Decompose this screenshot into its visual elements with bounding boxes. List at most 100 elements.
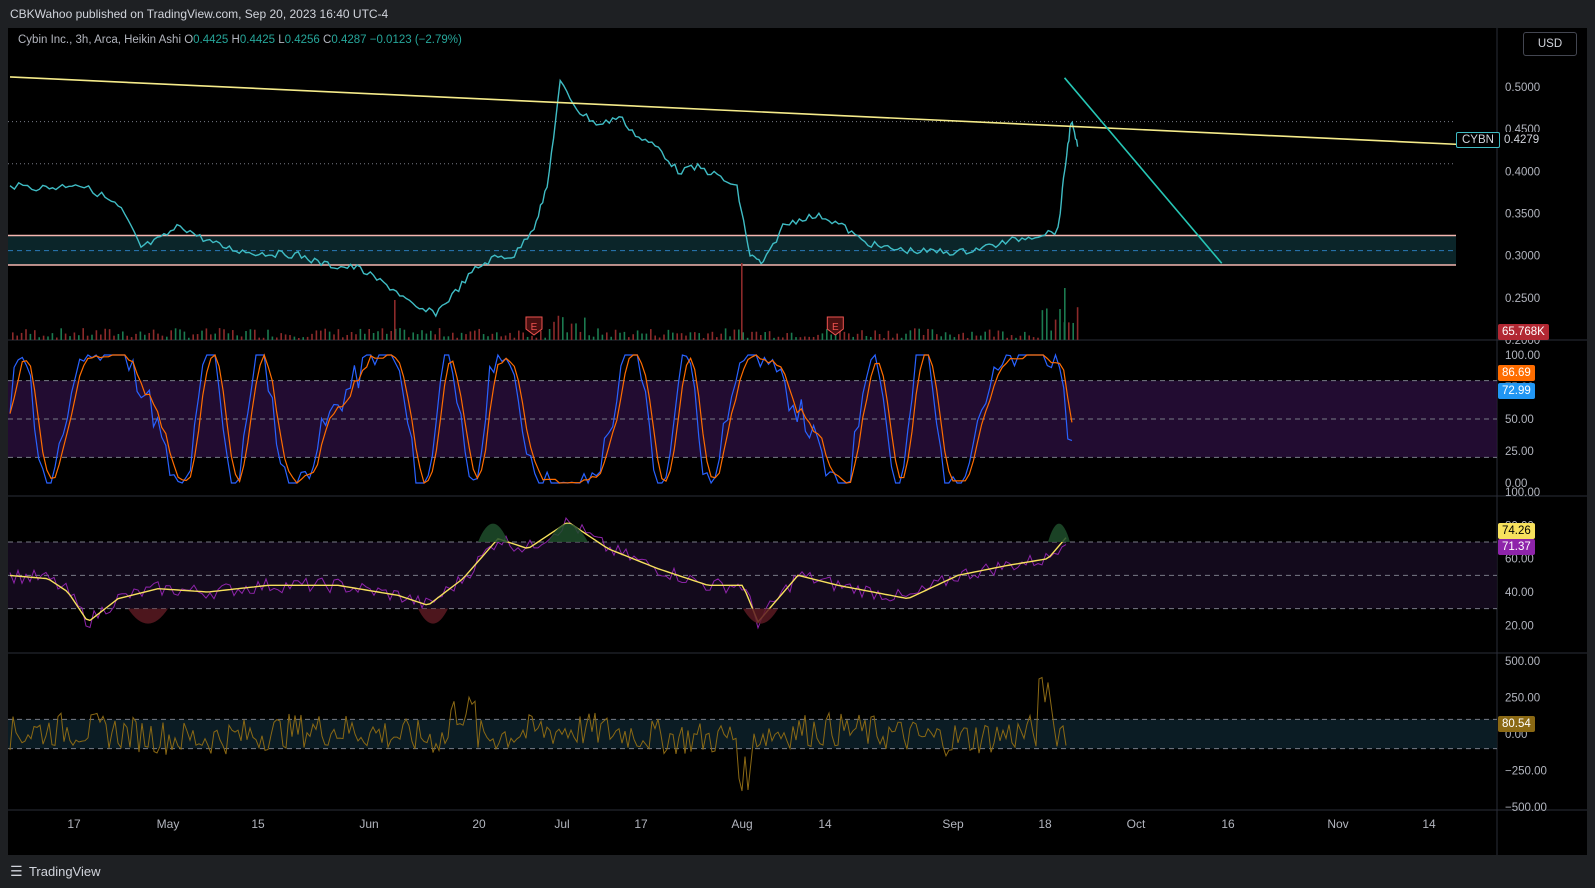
volume-bar	[284, 334, 287, 340]
volume-bar	[130, 337, 133, 340]
volume-bar	[689, 332, 692, 340]
volume-bar	[522, 332, 524, 340]
volume-bar	[852, 336, 854, 340]
time-axis-label: 17	[67, 817, 81, 831]
price-tick-label: 0.2500	[1505, 293, 1540, 305]
volume-bar	[412, 332, 414, 340]
volume-bar	[161, 335, 164, 340]
chart-canvas[interactable]: E E0.50000.45000.40000.35000.30000.25000.…	[8, 28, 1587, 855]
volume-bar	[808, 336, 810, 340]
volume-bar	[606, 332, 608, 340]
volume-bar	[223, 329, 225, 340]
volume-bar	[482, 334, 485, 340]
volume-bar	[883, 337, 885, 340]
chart-frame[interactable]: E E 0.5000 0.4500 0.4000 0.3500 0.3000 0.2500 0.…	[8, 28, 1587, 855]
volume-bar	[20, 332, 23, 340]
volume-bar	[474, 330, 476, 340]
volume-bar	[795, 337, 797, 340]
volume-bar	[826, 329, 828, 340]
volume-bar	[170, 330, 172, 340]
stoch-tick-label: 50.00	[1505, 414, 1534, 426]
volume-bar	[856, 333, 859, 340]
earnings-marker-text: E	[531, 322, 538, 333]
volume-bar	[1046, 308, 1048, 340]
volume-bar	[258, 337, 260, 340]
volume-bar	[86, 335, 89, 340]
volume-bar	[434, 334, 436, 340]
volume-bar	[557, 315, 560, 340]
volume-bar	[1019, 335, 1022, 340]
volume-bar	[47, 336, 49, 340]
volume-bar	[201, 330, 203, 340]
volume-bar	[500, 336, 502, 340]
volume-bar	[1002, 331, 1004, 340]
volume-bar	[144, 334, 146, 340]
price-tick-label: 0.3500	[1505, 209, 1540, 221]
volume-bar	[971, 331, 973, 340]
volume-bar	[205, 328, 208, 340]
volume-bar	[610, 336, 612, 340]
volume-bar	[790, 332, 793, 340]
volume-bar	[962, 332, 964, 340]
stoch-tick-label: 25.00	[1505, 446, 1534, 458]
volume-bar	[210, 334, 212, 340]
volume-bar	[751, 331, 753, 340]
volume-bar	[702, 337, 705, 340]
volume-bar	[1054, 319, 1057, 340]
volume-bar	[597, 328, 599, 340]
currency-button[interactable]: USD	[1523, 32, 1577, 56]
time-axis-label: Jul	[554, 817, 569, 831]
time-axis-label: 14	[1422, 817, 1436, 831]
volume-bar	[786, 333, 788, 340]
current-price-label: 0.4279	[1500, 132, 1544, 148]
volume-bar	[861, 330, 863, 340]
volume-bar	[372, 333, 375, 340]
volume-bar	[614, 329, 617, 340]
price-series-line	[9, 78, 1079, 318]
volume-bar	[73, 332, 76, 340]
volume-bar	[724, 328, 727, 340]
time-axis-label: May	[157, 817, 180, 831]
volume-bar	[716, 337, 718, 340]
volume-bar	[729, 336, 731, 340]
volume-bar	[509, 332, 511, 340]
volume-bar	[518, 330, 520, 340]
rsi-tick-label: 20.00	[1505, 620, 1534, 632]
volume-bar	[227, 333, 230, 340]
volume-bar	[381, 328, 384, 340]
volume-bar	[1010, 335, 1013, 340]
symbol-ticker: CYBN	[1462, 134, 1494, 146]
volume-bar	[78, 335, 80, 340]
volume-bar	[900, 337, 903, 340]
volume-bar	[707, 333, 709, 340]
price-tick-label: 0.4000	[1505, 166, 1540, 178]
tradingview-logo-icon: ☰	[10, 863, 23, 879]
volume-bar	[812, 336, 815, 340]
volume-bar	[38, 337, 40, 340]
price-tick-label: 0.3000	[1505, 251, 1540, 263]
volume-bar	[188, 337, 190, 340]
volume-bar	[447, 336, 450, 340]
volume-bar	[218, 328, 221, 340]
volume-bar	[711, 331, 714, 340]
volume-bar	[804, 336, 806, 340]
volume-bar	[984, 331, 986, 340]
volume-bar	[117, 333, 120, 340]
volume-bar	[579, 331, 582, 340]
volume-bar	[320, 330, 322, 340]
volume-bar	[874, 330, 876, 340]
volume-bar	[830, 334, 832, 340]
publish-header: CBKWahoo published on TradingView.com, S…	[0, 0, 1595, 28]
legend-o-label: O	[184, 34, 194, 46]
legend-open: 0.4425	[193, 34, 229, 46]
volume-bar	[245, 331, 247, 340]
symbol-price-tag: CYBN	[1456, 132, 1500, 148]
symbol-legend: Cybin Inc., 3h, Arca, Heikin Ashi O0.442…	[18, 34, 462, 46]
volume-bar	[232, 330, 234, 340]
price-tick-label: 0.5000	[1505, 82, 1540, 94]
volume-bar	[350, 331, 353, 340]
brand-footer: ☰ TradingView	[0, 855, 1595, 887]
volume-bar	[570, 323, 573, 340]
time-axis-label: Nov	[1327, 817, 1348, 831]
volume-bar	[469, 331, 472, 340]
